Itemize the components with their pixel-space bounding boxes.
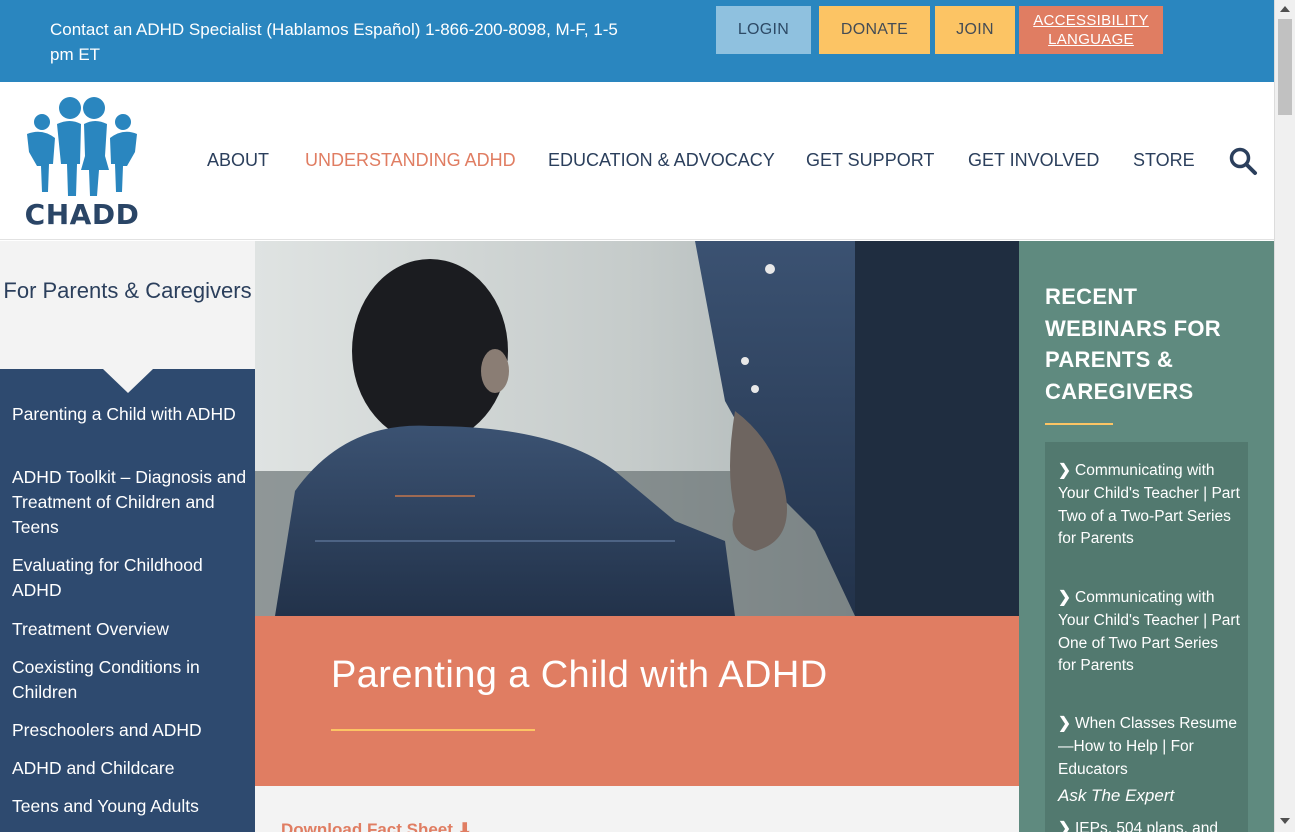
title-divider xyxy=(331,729,535,731)
download-fact-sheet-link[interactable]: Download Fact Sheet ⬇ xyxy=(281,820,472,832)
donate-button[interactable]: DONATE xyxy=(819,6,930,54)
chevron-right-icon: ❯ xyxy=(1058,589,1071,606)
sidebar-item-treatment[interactable]: Treatment Overview xyxy=(12,617,248,642)
sidebar-notch xyxy=(103,369,153,393)
page-scrollbar[interactable] xyxy=(1274,0,1295,832)
sidebar-title: For Parents & Caregivers xyxy=(3,278,252,303)
nav-get-support[interactable]: GET SUPPORT xyxy=(806,150,934,171)
webinar-title: Communicating with Your Child's Teacher … xyxy=(1058,462,1240,548)
nav-get-involved[interactable]: GET INVOLVED xyxy=(968,150,1099,171)
webinar-item[interactable]: ❯ Communicating with Your Child's Teacher… xyxy=(1058,587,1240,678)
sidebar-item-toolkit[interactable]: ADHD Toolkit – Diagnosis and Treatment o… xyxy=(12,465,248,540)
sidebar-item-coexisting[interactable]: Coexisting Conditions in Children xyxy=(12,655,248,705)
top-bar: Contact an ADHD Specialist (Hablamos Esp… xyxy=(0,0,1274,82)
webinars-panel: RECENT WEBINARS FOR PARENTS & CAREGIVERS… xyxy=(1019,241,1274,832)
chadd-logo[interactable]: CHADD xyxy=(17,94,147,232)
sidebar-header: For Parents & Caregivers xyxy=(0,241,255,369)
chevron-right-icon: ❯ xyxy=(1058,715,1071,732)
webinars-list: ❯ Communicating with Your Child's Teacher… xyxy=(1045,442,1248,832)
webinar-item[interactable]: ❯ Communicating with Your Child's Teacher… xyxy=(1058,460,1240,551)
sidebar-item-evaluating[interactable]: Evaluating for Childhood ADHD xyxy=(12,553,248,603)
join-button[interactable]: JOIN xyxy=(935,6,1015,54)
site-header: CHADD ABOUT UNDERSTANDING ADHD EDUCATION… xyxy=(0,82,1274,240)
scroll-down-arrow-icon[interactable] xyxy=(1280,818,1290,824)
accessibility-language-button[interactable]: ACCESSIBILITY LANGUAGE xyxy=(1019,6,1163,54)
hero-photo xyxy=(255,241,1019,616)
family-logo-icon xyxy=(27,97,137,196)
title-band: Parenting a Child with ADHD xyxy=(255,616,1019,786)
webinar-series-label: Ask The Expert xyxy=(1058,786,1175,805)
nav-store[interactable]: STORE xyxy=(1133,150,1195,171)
sidebar-item-preschoolers[interactable]: Preschoolers and ADHD xyxy=(12,718,248,743)
search-icon[interactable] xyxy=(1228,146,1258,176)
login-button[interactable]: LOGIN xyxy=(716,6,811,54)
download-label: Download Fact Sheet xyxy=(281,820,453,832)
sidebar-nav: Parenting a Child with ADHD ADHD Toolkit… xyxy=(0,369,255,832)
webinars-divider xyxy=(1045,423,1113,425)
nav-understanding-adhd[interactable]: UNDERSTANDING ADHD xyxy=(305,150,516,171)
webinar-item[interactable]: ❯ IEPs, 504 plans, and xyxy=(1058,818,1240,832)
chevron-right-icon: ❯ xyxy=(1058,462,1071,479)
scrollbar-thumb[interactable] xyxy=(1278,19,1292,115)
language-link[interactable]: LANGUAGE xyxy=(1048,30,1134,49)
nav-about[interactable]: ABOUT xyxy=(207,150,269,171)
webinars-title: RECENT WEBINARS FOR PARENTS & CAREGIVERS xyxy=(1045,284,1221,404)
webinar-title: When Classes Resume—How to Help | For Ed… xyxy=(1058,715,1237,778)
webinar-item[interactable]: ❯ When Classes Resume—How to Help | For E… xyxy=(1058,713,1240,781)
main-content: Download Fact Sheet ⬇ xyxy=(255,786,1019,832)
chevron-right-icon: ❯ xyxy=(1058,820,1071,832)
webinar-title: Communicating with Your Child's Teacher … xyxy=(1058,589,1240,675)
sidebar-item-parenting[interactable]: Parenting a Child with ADHD xyxy=(12,402,248,427)
download-icon: ⬇ xyxy=(457,820,472,832)
sidebar-item-teens[interactable]: Teens and Young Adults xyxy=(12,794,248,819)
accessibility-link[interactable]: ACCESSIBILITY xyxy=(1033,11,1149,30)
logo-text: CHADD xyxy=(24,198,140,231)
hero-image xyxy=(255,241,1019,616)
page-title: Parenting a Child with ADHD xyxy=(331,654,828,696)
nav-education-advocacy[interactable]: EDUCATION & ADVOCACY xyxy=(548,150,775,171)
scroll-up-arrow-icon[interactable] xyxy=(1280,6,1290,12)
sidebar-item-childcare[interactable]: ADHD and Childcare xyxy=(12,756,248,781)
contact-info: Contact an ADHD Specialist (Hablamos Esp… xyxy=(50,20,618,64)
webinar-title: IEPs, 504 plans, and xyxy=(1075,820,1219,832)
